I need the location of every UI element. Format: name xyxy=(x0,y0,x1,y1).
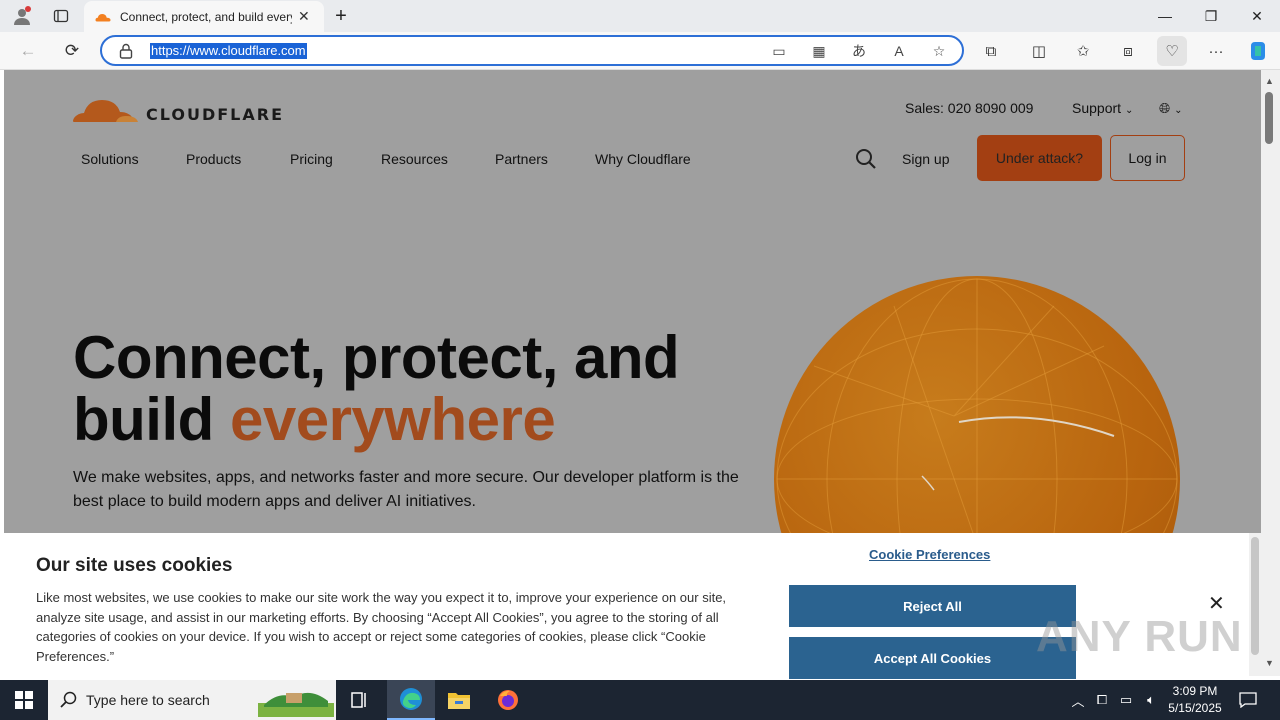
taskbar-search-icon xyxy=(60,691,77,708)
nav-pricing[interactable]: Pricing xyxy=(290,151,333,167)
tab-close-icon[interactable]: ✕ xyxy=(298,8,310,25)
minimize-icon[interactable]: — xyxy=(1142,0,1188,32)
refresh-icon[interactable]: ⟳ xyxy=(57,36,87,66)
windows-taskbar: Type here to search ︿ ⧠ ▭ 🔈︎ 3:09 PM 5/1… xyxy=(0,680,1280,720)
hero-title-plain: build xyxy=(73,386,230,453)
hero-subtitle: We make websites, apps, and networks fas… xyxy=(73,469,739,510)
edge-taskbar-icon[interactable] xyxy=(387,680,435,720)
clock-date: 5/15/2025 xyxy=(1168,701,1222,715)
sign-up-link[interactable]: Sign up xyxy=(902,151,949,167)
log-in-button[interactable]: Log in xyxy=(1110,135,1185,181)
extensions-icon[interactable]: ⧉ xyxy=(976,36,1006,66)
tray-overflow-icon[interactable]: ︿ xyxy=(1068,680,1088,720)
support-menu[interactable]: Support ⌄ xyxy=(1072,100,1133,116)
search-icon[interactable] xyxy=(855,148,877,170)
qr-code-icon[interactable]: ▦ xyxy=(808,41,830,61)
taskbar-clock[interactable]: 3:09 PM 5/15/2025 xyxy=(1160,683,1230,717)
cookie-heading: Our site uses cookies xyxy=(36,555,233,576)
cookie-preferences-link[interactable]: Cookie Preferences xyxy=(869,547,990,562)
cookie-scrollbar-thumb[interactable] xyxy=(1251,537,1259,655)
hero-title-accent: everywhere xyxy=(229,386,556,453)
browser-essentials-icon[interactable]: ♡ xyxy=(1157,36,1187,66)
chevron-down-icon: ⌄ xyxy=(1124,105,1134,116)
browser-tab-bar: Connect, protect, and build every ✕ + — … xyxy=(0,0,1280,32)
sales-phone[interactable]: Sales: 020 8090 009 xyxy=(905,100,1033,116)
language-menu[interactable]: 🌐︎ ⌄ xyxy=(1159,100,1182,117)
scroll-down-icon[interactable]: ▼ xyxy=(1265,658,1274,668)
notifications-icon[interactable] xyxy=(1236,680,1260,720)
lock-icon xyxy=(119,43,133,59)
new-tab-icon[interactable]: + xyxy=(330,0,352,32)
favorites-icon[interactable]: ✩ xyxy=(1068,36,1098,66)
search-highlight-icon xyxy=(258,692,334,717)
split-screen-icon[interactable]: ◫ xyxy=(1024,36,1054,66)
app-available-icon[interactable]: ▭ xyxy=(768,41,790,61)
windows-start-icon[interactable] xyxy=(0,680,48,720)
file-explorer-icon[interactable] xyxy=(435,680,483,720)
tab-actions-icon[interactable] xyxy=(48,0,74,32)
favorite-star-icon[interactable]: ☆ xyxy=(928,41,950,61)
browser-toolbar: ← ⟳ https://www.cloudflare.com ▭ ▦ あ A ☆… xyxy=(0,32,1280,70)
task-view-icon[interactable] xyxy=(336,680,384,720)
read-aloud-icon[interactable]: A xyxy=(888,41,910,61)
cloudflare-logo[interactable]: CLOUDFLARE xyxy=(72,92,284,124)
chevron-down-icon: ⌄ xyxy=(1174,105,1183,116)
cookie-body: Like most websites, we use cookies to ma… xyxy=(36,590,727,664)
scroll-up-icon[interactable]: ▲ xyxy=(1265,76,1274,86)
profile-icon[interactable] xyxy=(8,0,36,32)
support-label: Support xyxy=(1072,100,1122,116)
back-icon[interactable]: ← xyxy=(13,36,43,66)
firefox-icon[interactable] xyxy=(484,680,532,720)
scrollbar-thumb[interactable] xyxy=(1265,92,1273,144)
logo-wordmark: CLOUDFLARE xyxy=(146,105,284,124)
nav-resources[interactable]: Resources xyxy=(381,151,448,167)
url-text[interactable]: https://www.cloudflare.com xyxy=(150,43,307,59)
under-attack-button[interactable]: Under attack? xyxy=(977,135,1102,181)
tab-title: Connect, protect, and build every xyxy=(120,9,292,24)
cookie-scrollbar[interactable] xyxy=(1249,533,1261,676)
hero-title-line2: build everywhere xyxy=(73,390,556,450)
accept-all-cookies-button[interactable]: Accept All Cookies xyxy=(789,637,1076,679)
tab-cloudflare[interactable]: Connect, protect, and build every ✕ xyxy=(84,1,324,32)
cloudflare-cloud-icon xyxy=(73,100,138,122)
globe-icon: 🌐︎ xyxy=(1159,100,1171,116)
nav-partners[interactable]: Partners xyxy=(495,151,548,167)
copilot-icon[interactable] xyxy=(1243,36,1273,66)
nav-why-cloudflare[interactable]: Why Cloudflare xyxy=(595,151,691,167)
translate-icon[interactable]: あ xyxy=(848,41,870,61)
volume-icon[interactable]: 🔈︎ xyxy=(1140,680,1162,720)
cloudflare-favicon-icon xyxy=(95,13,111,21)
nav-products[interactable]: Products xyxy=(186,151,241,167)
taskbar-search-box[interactable]: Type here to search xyxy=(48,680,336,720)
tray-device-icon[interactable]: ⧠ xyxy=(1092,680,1112,720)
hero-title-line1: Connect, protect, and xyxy=(73,324,680,391)
anyrun-watermark: ANY RUN xyxy=(1036,612,1243,661)
clock-time: 3:09 PM xyxy=(1172,684,1218,698)
window-close-icon[interactable]: ✕ xyxy=(1234,0,1280,32)
address-bar[interactable]: https://www.cloudflare.com ▭ ▦ あ A ☆ xyxy=(100,35,964,66)
page-scrollbar[interactable]: ▲ ▼ xyxy=(1261,70,1280,676)
more-menu-icon[interactable]: ··· xyxy=(1201,36,1231,66)
nav-solutions[interactable]: Solutions xyxy=(81,151,139,167)
collections-icon[interactable]: ⧈ xyxy=(1113,36,1143,66)
reject-all-button[interactable]: Reject All xyxy=(789,585,1076,627)
taskbar-search-placeholder: Type here to search xyxy=(86,692,210,708)
network-icon[interactable]: ▭ xyxy=(1116,680,1136,720)
restore-icon[interactable]: ❐ xyxy=(1188,0,1234,32)
